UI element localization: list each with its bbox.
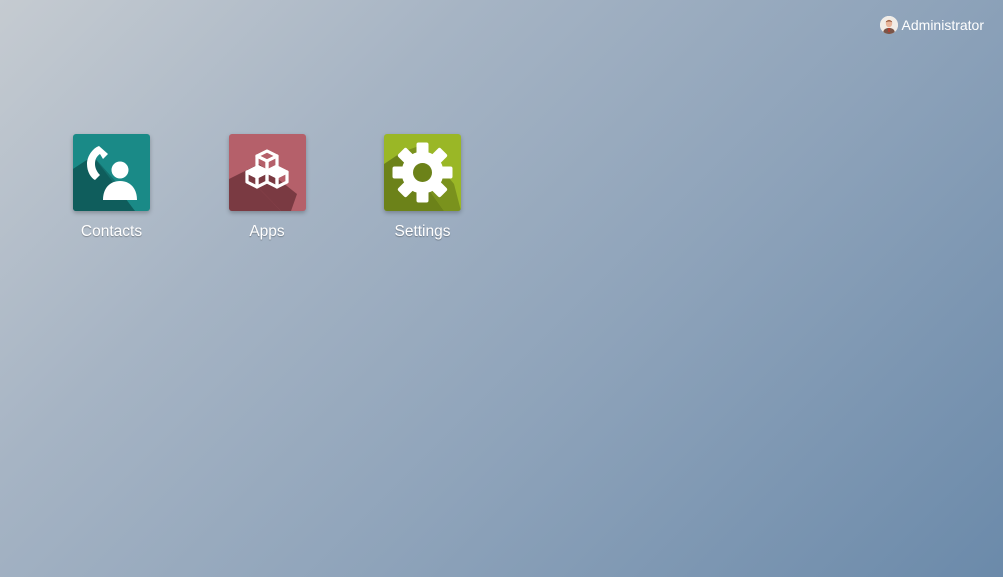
gear-icon (384, 134, 461, 211)
apps-grid: Contacts Apps Settings (51, 134, 518, 242)
contacts-icon (73, 134, 150, 211)
app-tile-apps[interactable]: Apps (207, 134, 328, 242)
top-bar: Administrator (0, 0, 1003, 46)
user-menu[interactable]: Administrator (879, 15, 984, 35)
apps-cubes-icon (228, 134, 306, 211)
user-name: Administrator (901, 17, 984, 33)
app-tile-contacts[interactable]: Contacts (51, 134, 172, 242)
app-label: Settings (394, 223, 451, 240)
user-avatar-icon (879, 16, 898, 34)
app-label: Apps (249, 223, 285, 240)
app-label: Contacts (80, 223, 143, 240)
app-tile-settings[interactable]: Settings (362, 134, 483, 242)
